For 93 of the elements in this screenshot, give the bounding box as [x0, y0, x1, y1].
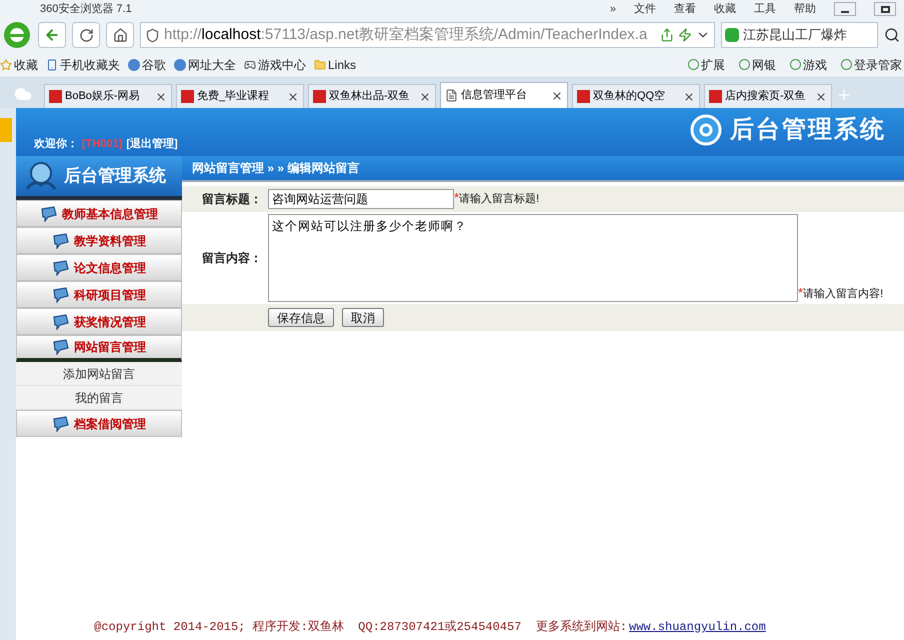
footer-link[interactable]: www.shuangyulin.com: [629, 618, 766, 636]
browser-tab[interactable]: 双鱼林出品-双鱼: [308, 84, 436, 108]
maximize-icon[interactable]: [874, 2, 896, 16]
chat-bubble-icon: [52, 314, 70, 330]
footer-text: @copyright 2014-2015; 程序开发:双鱼林 QQ:287307421或254540457 更多系统到网站:: [94, 619, 628, 636]
close-icon[interactable]: [815, 90, 827, 102]
user-id: [TH001]: [82, 136, 122, 152]
browser-logo-icon: [2, 20, 32, 50]
field-label: 留言内容：: [201, 250, 263, 267]
menu-item[interactable]: 文件: [634, 0, 656, 18]
bookmark-item[interactable]: 游戏中心: [244, 56, 306, 74]
chat-bubble-icon: [52, 232, 70, 248]
search-text: 江苏昆山工厂爆炸: [743, 26, 847, 44]
chat-bubble-icon: [52, 286, 70, 302]
sidebar-submenu-item[interactable]: 我的留言: [16, 386, 182, 410]
bookmark-item[interactable]: 收藏: [0, 56, 38, 74]
menu-item[interactable]: »: [610, 0, 616, 18]
bookmark-item[interactable]: 网址大全: [174, 56, 236, 74]
browser-tab[interactable]: 双鱼林的QQ空: [572, 84, 700, 108]
sidebar-logo-text: 后台管理系统: [64, 165, 166, 188]
page-icon: [445, 89, 458, 102]
form-button[interactable]: 取消: [342, 308, 384, 327]
sidebar-menu-item[interactable]: 教师基本信息管理: [16, 200, 182, 227]
sidebar-menu-item[interactable]: 科研项目管理: [16, 281, 182, 308]
menu-item[interactable]: 收藏: [714, 0, 736, 18]
close-icon[interactable]: [155, 90, 167, 102]
window-title: 360安全浏览器 7.1: [40, 2, 132, 17]
welcome-label: 欢迎你：: [34, 136, 78, 152]
share-icon: [660, 28, 674, 42]
site-icon: [577, 90, 590, 103]
at-sign-logo-icon: [690, 114, 722, 146]
close-icon[interactable]: [419, 90, 431, 102]
header-logo-text: 后台管理系统: [730, 115, 886, 145]
browser-tab[interactable]: 信息管理平台: [440, 82, 568, 108]
chat-bubble-icon: [52, 339, 70, 355]
bookmark-item[interactable]: 谷歌: [128, 56, 166, 74]
lightning-icon: [678, 28, 692, 42]
close-icon[interactable]: [287, 90, 299, 102]
required-mark: *: [798, 286, 804, 298]
browser-tab[interactable]: 免费_毕业课程: [176, 84, 304, 108]
site-icon: [181, 90, 194, 103]
field-hint: 请输入留言标题!: [459, 192, 540, 207]
sidebar-menu-item[interactable]: 获奖情况管理: [16, 308, 182, 335]
title-input[interactable]: 咨询网站运营问题: [268, 189, 454, 209]
form-button[interactable]: 保存信息: [268, 308, 334, 327]
menu-item[interactable]: 帮助: [794, 0, 816, 18]
sidebar-menu-item[interactable]: 档案借阅管理: [16, 410, 182, 437]
site-icon: [313, 90, 326, 103]
back-button[interactable]: [38, 22, 66, 48]
site-icon: [174, 58, 186, 70]
breadcrumb-text: 网站留言管理 » » 编辑网站留言: [192, 160, 360, 177]
browser-tab[interactable]: 店内搜索页-双鱼: [704, 84, 832, 108]
site-icon: [49, 90, 62, 103]
refresh-icon: [78, 28, 94, 42]
address-text: http://localhost:57113/asp.net教研室档案管理系统/Admin/TeacherIndex.a: [164, 24, 648, 45]
menu-item[interactable]: 工具: [754, 0, 776, 18]
chat-bubble-icon: [52, 260, 70, 276]
phone-icon: [46, 58, 58, 70]
refresh-button[interactable]: [72, 22, 100, 48]
toolbar-item[interactable]: 扩展: [688, 56, 725, 74]
star-icon: [0, 58, 12, 70]
minimize-icon[interactable]: [834, 2, 856, 16]
site-icon: [709, 90, 722, 103]
search-field[interactable]: 江苏昆山工厂爆炸: [721, 22, 878, 48]
toolbar-item[interactable]: 游戏: [790, 56, 827, 74]
chat-bubble-icon: [40, 206, 58, 222]
required-mark: *: [454, 190, 460, 204]
bookmark-item[interactable]: Links: [314, 56, 356, 74]
toolbar-item[interactable]: 网银: [739, 56, 776, 74]
shield-icon: [145, 28, 160, 42]
sidebar-menu-item[interactable]: 网站留言管理: [16, 335, 182, 362]
home-icon: [112, 28, 128, 42]
chat-bubble-icon: [52, 416, 70, 432]
home-button[interactable]: [106, 22, 134, 48]
sidebar-menu-item[interactable]: 教学资料管理: [16, 227, 182, 254]
folder-icon: [314, 58, 326, 70]
menu-item[interactable]: 查看: [674, 0, 696, 18]
browser-tab[interactable]: BoBo娱乐-网易: [44, 84, 172, 108]
sidebar-submenu-item[interactable]: 添加网站留言: [16, 362, 182, 386]
gamepad-icon: [244, 58, 256, 70]
address-field[interactable]: http://localhost:57113/asp.net教研室档案管理系统/Admin/TeacherIndex.a: [140, 22, 715, 48]
sidebar-menu-item[interactable]: 论文信息管理: [16, 254, 182, 281]
field-hint: 请输入留言内容!: [803, 286, 884, 302]
toolbar-item[interactable]: 登录管家: [841, 56, 902, 74]
search-engine-icon: [725, 28, 739, 42]
logout-link[interactable]: [退出管理]: [126, 136, 178, 152]
search-icon[interactable]: [884, 27, 900, 43]
bookmark-item[interactable]: 手机收藏夹: [46, 56, 120, 74]
close-icon[interactable]: [683, 90, 695, 102]
content-textarea[interactable]: 这个网站可以注册多少个老师啊？: [268, 214, 798, 302]
field-label: 留言标题：: [201, 191, 263, 208]
close-icon[interactable]: [551, 90, 563, 102]
site-icon: [128, 58, 140, 70]
